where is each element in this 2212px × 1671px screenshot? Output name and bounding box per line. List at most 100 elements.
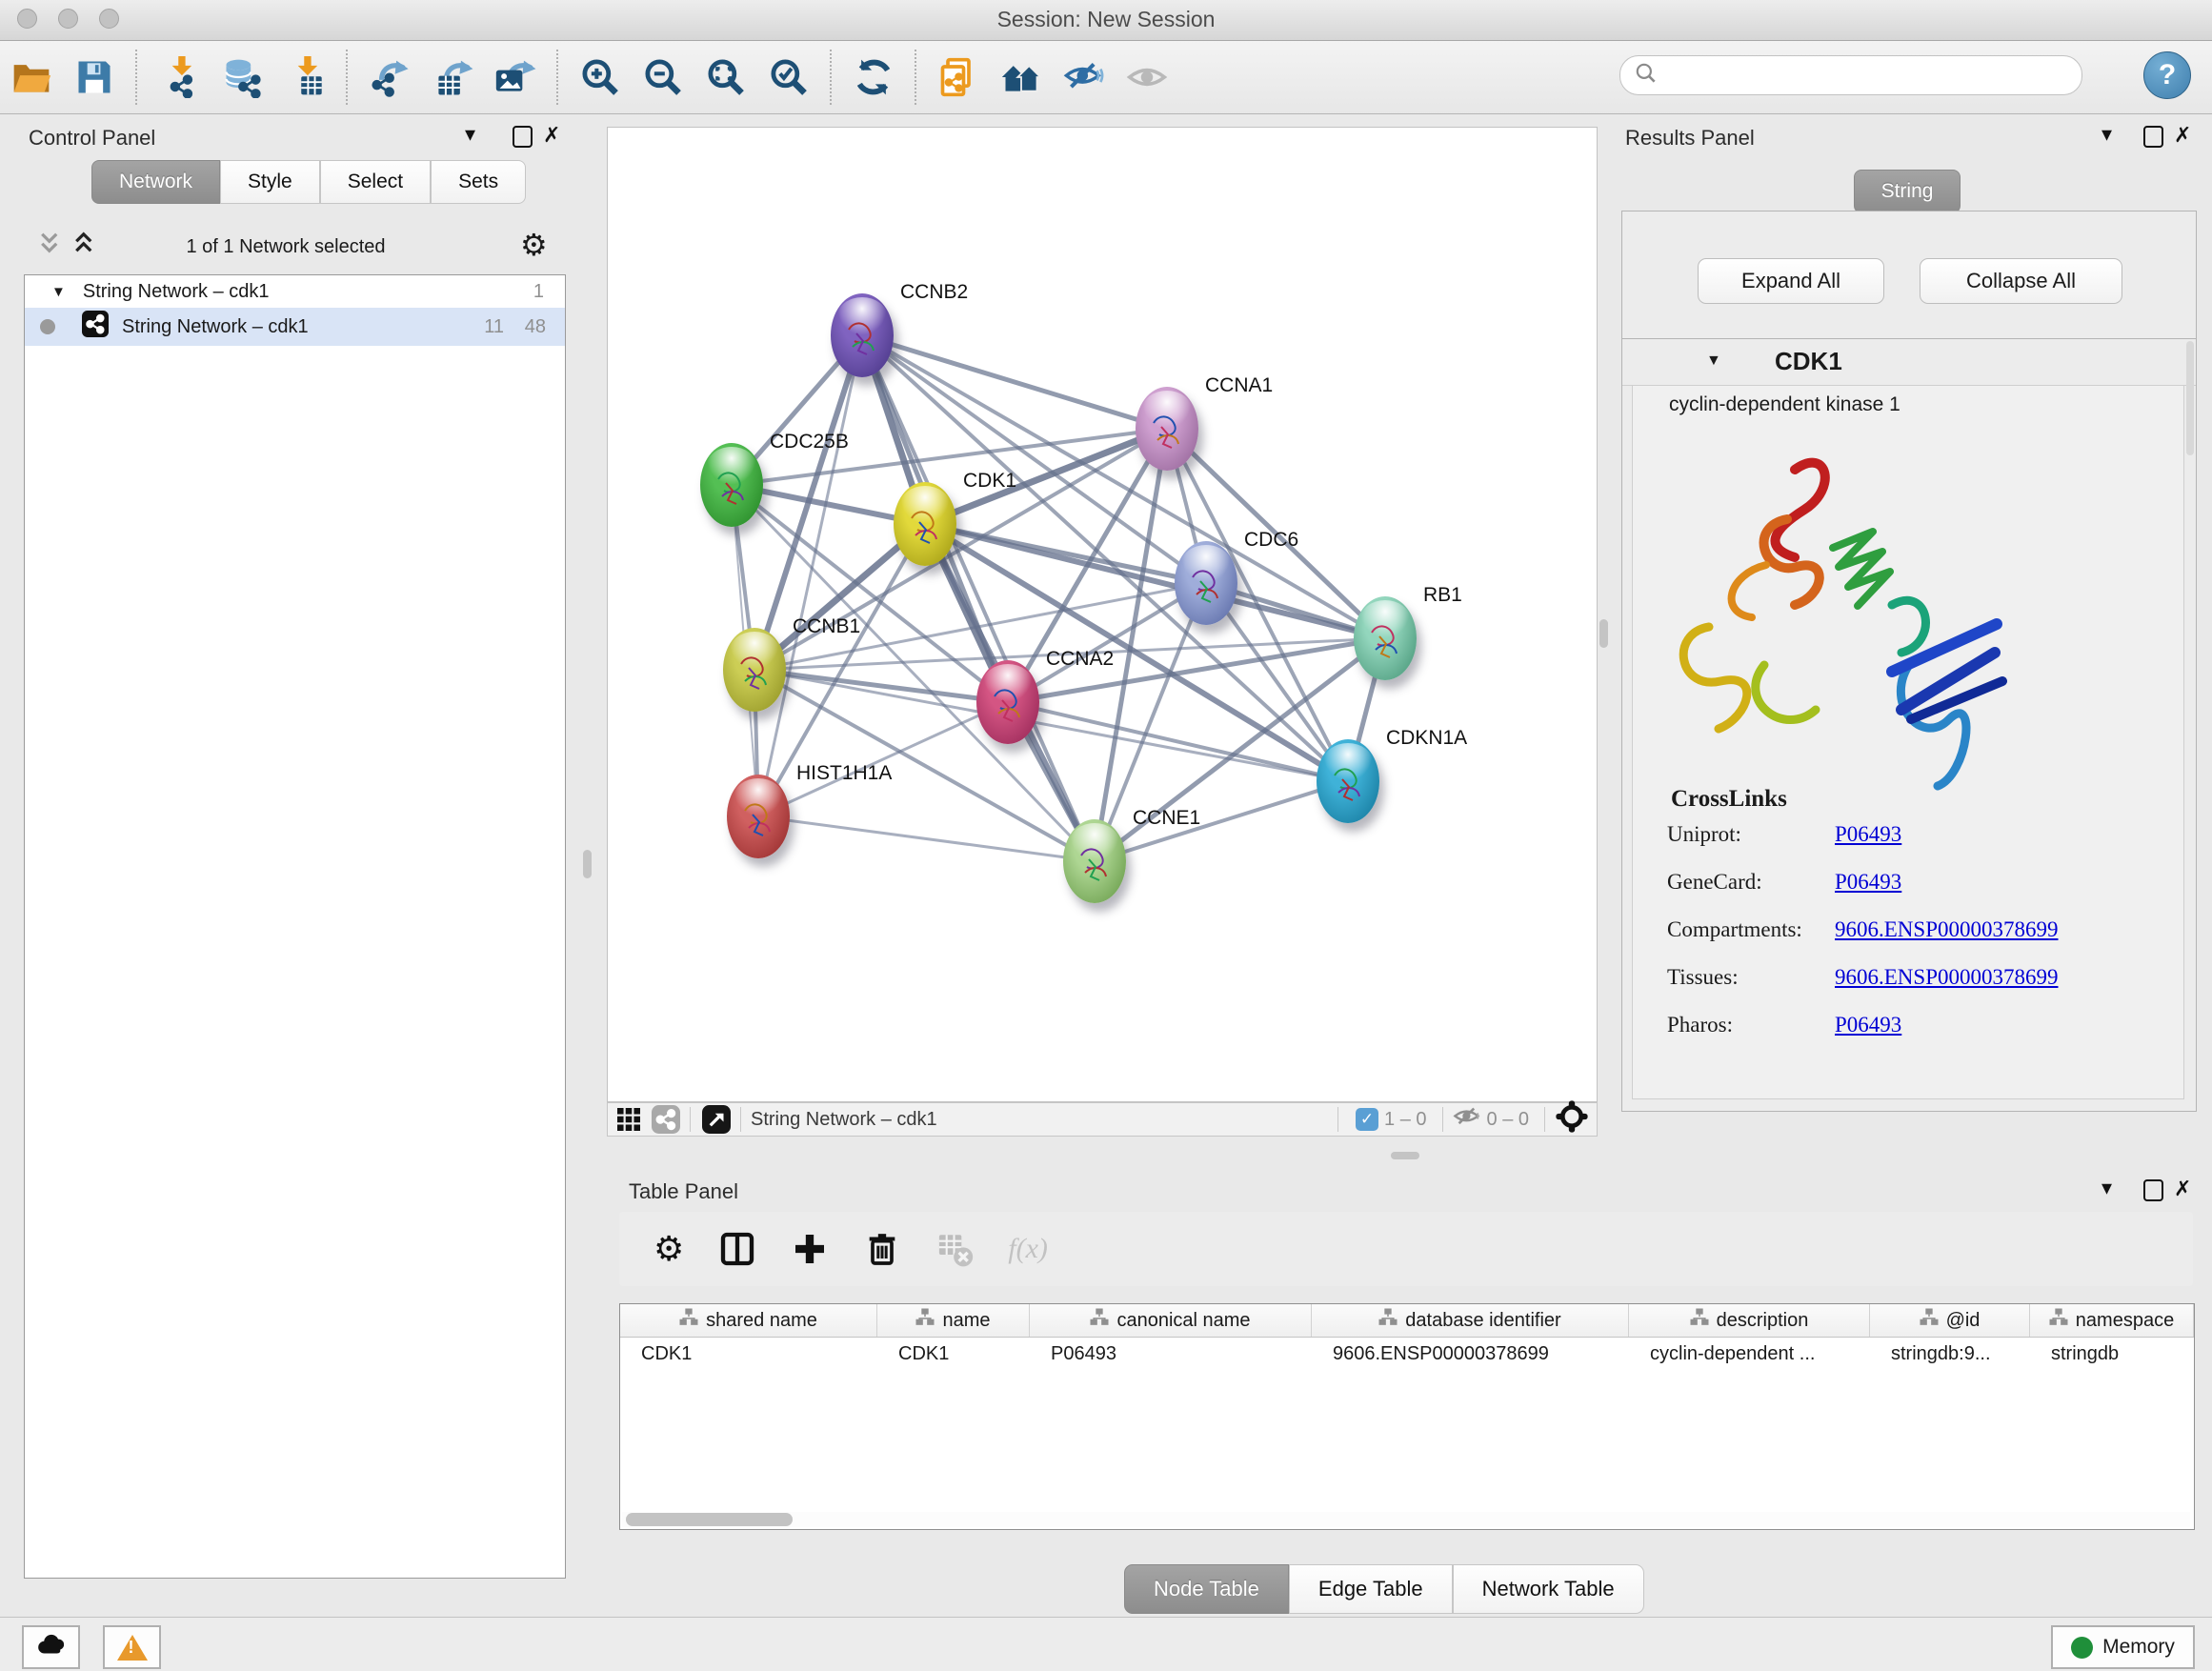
cell-name[interactable]: CDK1 <box>877 1343 1030 1365</box>
tab-select[interactable]: Select <box>320 160 431 204</box>
node-ccnb2[interactable] <box>831 293 894 377</box>
table-row[interactable]: CDK1CDK1P064939606.ENSP00000378699cyclin… <box>620 1338 2194 1370</box>
memory-button[interactable]: Memory <box>2051 1625 2195 1669</box>
export-network-icon[interactable] <box>362 50 417 105</box>
search-field[interactable] <box>1619 55 2082 95</box>
save-session-icon[interactable] <box>67 50 122 105</box>
first-neighbors-icon[interactable] <box>994 50 1049 105</box>
function-builder-icon: f(x) <box>1008 1233 1048 1265</box>
open-session-icon[interactable] <box>4 50 59 105</box>
network-collection-row[interactable]: ▼ String Network – cdk1 1 <box>25 275 565 308</box>
cell-namespace[interactable]: stringdb <box>2030 1343 2194 1365</box>
import-table-icon[interactable] <box>277 50 332 105</box>
crosslink-link[interactable]: 9606.ENSP00000378699 <box>1835 917 2059 941</box>
search-input[interactable] <box>1659 64 2043 88</box>
show-columns-icon[interactable] <box>718 1230 756 1268</box>
node-cdkn1a[interactable] <box>1317 739 1379 823</box>
expand-all-networks-icon[interactable] <box>70 231 99 264</box>
node-cdc6[interactable] <box>1175 541 1237 625</box>
network-canvas[interactable]: CCNB2 CCNA1 CDC25B CDK1 CDC6 RB1 CCNB1 C… <box>607 127 1598 1102</box>
navigator-crosshair-icon[interactable] <box>1555 1099 1589 1139</box>
tab-sets[interactable]: Sets <box>431 160 526 204</box>
results-panel-close-icon[interactable]: ✗ <box>2174 123 2191 148</box>
selected-checkbox-icon[interactable]: ✓ <box>1356 1108 1378 1131</box>
clone-network-icon[interactable] <box>931 50 986 105</box>
table-panel-close-icon[interactable]: ✗ <box>2174 1177 2191 1201</box>
zoom-selected-icon[interactable] <box>761 50 816 105</box>
tab-node-table[interactable]: Node Table <box>1124 1564 1289 1614</box>
table-settings-icon[interactable]: ⚙ <box>654 1229 684 1269</box>
node-cdc25b[interactable] <box>700 443 763 527</box>
tab-style[interactable]: Style <box>220 160 320 204</box>
results-scrollbar[interactable] <box>2186 341 2194 455</box>
node-ccne1[interactable] <box>1063 819 1126 903</box>
column-header-canonical-name[interactable]: canonical name <box>1030 1304 1312 1337</box>
crosslink-link[interactable]: P06493 <box>1835 822 1901 846</box>
cell-shared-name[interactable]: CDK1 <box>620 1343 877 1365</box>
column-header-namespace[interactable]: namespace <box>2030 1304 2194 1337</box>
node-ccna1[interactable] <box>1136 387 1198 471</box>
crosslink-link[interactable]: 9606.ENSP00000378699 <box>1835 965 2059 989</box>
section-collapse-triangle-icon[interactable]: ▼ <box>1706 352 1721 370</box>
detach-view-icon[interactable] <box>702 1105 731 1134</box>
zoom-fit-icon[interactable] <box>698 50 754 105</box>
control-panel-float-icon[interactable] <box>513 126 533 148</box>
results-panel-menu-icon[interactable]: ▾ <box>2101 122 2112 147</box>
export-image-icon[interactable] <box>488 50 543 105</box>
collapse-all-networks-icon[interactable] <box>36 231 65 264</box>
tab-network[interactable]: Network <box>91 160 220 204</box>
help-button[interactable]: ? <box>2143 51 2191 99</box>
node-cdk1[interactable] <box>894 482 956 566</box>
cloud-status-button[interactable] <box>22 1625 80 1669</box>
control-panel-close-icon[interactable]: ✗ <box>543 123 560 148</box>
network-badge-icon[interactable] <box>652 1105 680 1134</box>
cell-canonical-name[interactable]: P06493 <box>1030 1343 1312 1365</box>
crosslink-link[interactable]: P06493 <box>1835 1013 1901 1037</box>
export-table-icon[interactable] <box>425 50 480 105</box>
node-rb1[interactable] <box>1354 596 1417 680</box>
table-panel-menu-icon[interactable]: ▾ <box>2101 1176 2112 1200</box>
zoom-out-icon[interactable] <box>635 50 691 105</box>
delete-column-icon[interactable] <box>863 1230 901 1268</box>
refresh-icon[interactable] <box>846 50 901 105</box>
import-network-file-icon[interactable] <box>151 50 207 105</box>
cell-description[interactable]: cyclin-dependent ... <box>1629 1343 1870 1365</box>
node-ccnb1[interactable] <box>723 628 786 712</box>
tab-network-table[interactable]: Network Table <box>1453 1564 1644 1614</box>
table-hscrollbar[interactable] <box>622 1512 2190 1527</box>
tab-string[interactable]: String <box>1854 170 1961 213</box>
right-splitter-handle[interactable] <box>1599 619 1608 648</box>
cell--id[interactable]: stringdb:9... <box>1870 1343 2030 1365</box>
results-panel-float-icon[interactable] <box>2143 126 2163 148</box>
hide-selected-icon[interactable] <box>1056 50 1112 105</box>
column-header--id[interactable]: @id <box>1870 1304 2030 1337</box>
column-header-shared-name[interactable]: shared name <box>620 1304 877 1337</box>
control-panel-menu-icon[interactable]: ▾ <box>465 122 475 147</box>
network-row[interactable]: String Network – cdk1 11 48 <box>25 308 565 346</box>
crosslink-link[interactable]: P06493 <box>1835 870 1901 894</box>
warnings-button[interactable] <box>103 1625 161 1669</box>
bottom-splitter-handle[interactable] <box>1391 1152 1419 1159</box>
node-label-rb1: RB1 <box>1423 584 1462 607</box>
column-header-name[interactable]: name <box>877 1304 1030 1337</box>
grid-view-icon[interactable] <box>617 1108 640 1131</box>
network-options-gear-icon[interactable]: ⚙ <box>520 227 548 263</box>
create-column-icon[interactable] <box>791 1230 829 1268</box>
node-hist1h1a[interactable] <box>727 775 790 858</box>
column-header-description[interactable]: description <box>1629 1304 1870 1337</box>
expand-all-button[interactable]: Expand All <box>1698 258 1884 304</box>
tab-edge-table[interactable]: Edge Table <box>1289 1564 1453 1614</box>
cell-database-identifier[interactable]: 9606.ENSP00000378699 <box>1312 1343 1629 1365</box>
network-edges <box>608 128 1597 1101</box>
table-panel-float-icon[interactable] <box>2143 1179 2163 1201</box>
protein-section-header[interactable]: ▼ CDK1 <box>1622 339 2196 386</box>
collapse-triangle-icon[interactable]: ▼ <box>51 284 66 300</box>
hidden-eye-icon[interactable] <box>1453 1102 1481 1137</box>
column-header-database-identifier[interactable]: database identifier <box>1312 1304 1629 1337</box>
left-splitter-handle[interactable] <box>583 850 592 878</box>
window-title: Session: New Session <box>0 7 2212 32</box>
import-network-database-icon[interactable] <box>214 50 270 105</box>
collapse-all-button[interactable]: Collapse All <box>1920 258 2122 304</box>
node-ccna2[interactable] <box>976 660 1039 744</box>
zoom-in-icon[interactable] <box>573 50 628 105</box>
